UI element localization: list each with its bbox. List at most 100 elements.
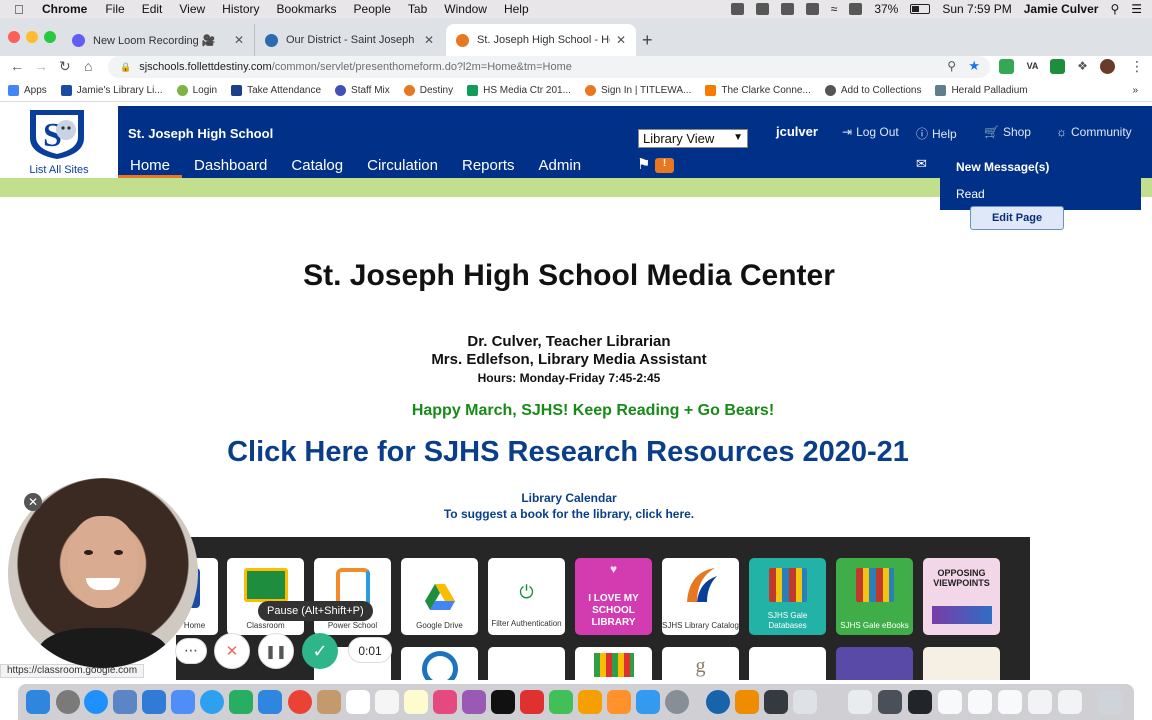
tile-library-catalog[interactable]: SJHS Library Catalog xyxy=(662,558,739,635)
reload-icon[interactable]: ↻ xyxy=(59,58,71,75)
forward-icon[interactable]: → xyxy=(34,58,48,74)
bookmark-staff-mix[interactable]: Staff Mix xyxy=(335,85,390,96)
keynote-icon[interactable] xyxy=(578,690,602,714)
menu-bookmarks[interactable]: Bookmarks xyxy=(277,2,337,16)
launchpad-icon[interactable] xyxy=(56,690,80,714)
menu-help[interactable]: Help xyxy=(504,2,529,16)
menu-tab[interactable]: Tab xyxy=(408,2,427,16)
reminders-icon[interactable] xyxy=(375,690,399,714)
edit-page-button[interactable]: Edit Page xyxy=(970,206,1064,230)
tab-sjhs-home[interactable]: St. Joseph High School - Hom ✕ xyxy=(446,24,636,56)
window-minimize-button[interactable] xyxy=(26,31,38,43)
tile-gale-databases[interactable]: SJHS Gale Databases xyxy=(749,558,826,635)
nav-dashboard[interactable]: Dashboard xyxy=(182,154,279,178)
tile-google-drive[interactable]: Google Drive xyxy=(401,558,478,635)
tile-britannica[interactable] xyxy=(749,647,826,680)
window-thumbnail-icon[interactable] xyxy=(878,690,902,714)
tile-row2-4[interactable] xyxy=(575,647,652,680)
extension-grammarly-icon[interactable] xyxy=(999,59,1014,74)
menu-people[interactable]: People xyxy=(354,2,391,16)
messages-icon[interactable] xyxy=(200,690,224,714)
bookmark-library-links[interactable]: Jamie's Library Li... xyxy=(60,85,163,96)
finder-icon[interactable] xyxy=(26,690,50,714)
battery-icon[interactable] xyxy=(910,4,931,14)
apple-tv-icon[interactable] xyxy=(491,690,515,714)
tab-close-icon[interactable]: ✕ xyxy=(424,33,434,47)
school-logo[interactable]: S List All Sites xyxy=(0,106,118,178)
lock-icon[interactable]: 🔒 xyxy=(120,62,131,73)
apple-icon[interactable]:  xyxy=(14,2,28,17)
menu-user[interactable]: Jamie Culver xyxy=(1024,2,1099,16)
flag-icon[interactable]: ⚑ xyxy=(637,155,650,173)
facetime-icon[interactable] xyxy=(229,690,253,714)
zoom-icon[interactable]: ⚲ xyxy=(947,59,956,73)
menu-history[interactable]: History xyxy=(222,2,259,16)
help-link[interactable]: ⓘ Help xyxy=(916,125,957,142)
window-thumbnail-icon[interactable] xyxy=(908,690,932,714)
nav-circulation[interactable]: Circulation xyxy=(355,154,450,178)
list-all-sites-link[interactable]: List All Sites xyxy=(0,164,118,176)
skype-icon[interactable] xyxy=(258,690,282,714)
bookmark-destiny[interactable]: Destiny xyxy=(403,85,453,96)
screen-record-icon[interactable] xyxy=(755,3,769,15)
chrome-menu-icon[interactable]: ⋮ xyxy=(1130,58,1144,75)
finish-recording-button[interactable]: ✓ xyxy=(302,633,338,669)
profile-avatar[interactable] xyxy=(1100,59,1115,74)
pages-icon[interactable] xyxy=(607,690,631,714)
window-thumbnail-icon[interactable] xyxy=(968,690,992,714)
safari-icon[interactable] xyxy=(84,690,108,714)
vlc-icon[interactable] xyxy=(735,690,759,714)
mail-icon[interactable]: ✉ xyxy=(916,156,927,172)
chrome-dock-icon[interactable] xyxy=(288,690,312,714)
bookmark-titlewave[interactable]: Sign In | TITLEWA... xyxy=(584,85,691,96)
new-messages-link[interactable]: New Message(s) xyxy=(956,160,1049,174)
wifi-icon[interactable]: ≈ xyxy=(831,2,838,16)
control-center-icon[interactable]: ☰ xyxy=(1131,2,1142,16)
window-close-button[interactable] xyxy=(8,31,20,43)
bookmark-clarke[interactable]: The Clarke Conne... xyxy=(705,85,811,96)
app-store-icon[interactable] xyxy=(636,690,660,714)
tile-opposing-viewpoints[interactable]: OPPOSING VIEWPOINTS xyxy=(923,558,1000,635)
close-camera-icon[interactable]: ✕ xyxy=(24,493,42,511)
tile-filter-authentication[interactable]: ⏻ Filter Authentication xyxy=(488,558,565,635)
tab-close-icon[interactable]: ✕ xyxy=(616,33,626,47)
home-icon[interactable]: ⌂ xyxy=(84,58,92,74)
window-thumbnail-icon[interactable] xyxy=(1058,690,1082,714)
nav-admin[interactable]: Admin xyxy=(527,154,594,178)
tile-gale-ebooks[interactable]: SJHS Gale eBooks xyxy=(836,558,913,635)
tile-gale-row2[interactable] xyxy=(923,647,1000,680)
display-icon[interactable] xyxy=(849,3,863,15)
menu-clock[interactable]: Sun 7:59 PM xyxy=(942,2,1011,16)
menu-window[interactable]: Window xyxy=(444,2,487,16)
system-preferences-icon[interactable] xyxy=(665,690,689,714)
shop-link[interactable]: 🛒 Shop xyxy=(984,125,1031,139)
view-select[interactable]: Library View ▼ xyxy=(638,129,748,148)
cancel-recording-button[interactable]: ✕ xyxy=(214,633,250,669)
window-thumbnail-icon[interactable] xyxy=(1028,690,1052,714)
music-icon[interactable] xyxy=(433,690,457,714)
document-icon[interactable] xyxy=(848,690,872,714)
menu-app-name[interactable]: Chrome xyxy=(42,2,87,16)
tile-goodreads[interactable]: g xyxy=(662,647,739,680)
bookmark-apps[interactable]: Apps xyxy=(8,85,47,96)
url-input[interactable]: 🔒 sjschools.follettdestiny.com/common/se… xyxy=(108,56,990,78)
research-resources-link[interactable]: Click Here for SJHS Research Resources 2… xyxy=(0,436,1136,469)
trash-icon[interactable] xyxy=(1098,690,1122,714)
tile-mel[interactable] xyxy=(836,647,913,680)
spotlight-icon[interactable]: ⚲ xyxy=(1110,2,1119,16)
extension-b-icon[interactable] xyxy=(1050,59,1065,74)
tile-classroom[interactable]: Classroom xyxy=(227,558,304,635)
window-thumbnail-icon[interactable] xyxy=(938,690,962,714)
tab-close-icon[interactable]: ✕ xyxy=(234,33,244,47)
bookmark-login[interactable]: Login xyxy=(176,85,217,96)
podcasts-icon[interactable] xyxy=(462,690,486,714)
library-calendar-link[interactable]: Library Calendar xyxy=(0,491,1138,505)
tab-our-district[interactable]: Our District - Saint Joseph Pub ✕ xyxy=(254,24,444,56)
bookmark-herald[interactable]: Herald Palladium xyxy=(935,85,1028,96)
back-icon[interactable]: ← xyxy=(10,58,24,74)
pause-recording-button[interactable]: ❚❚ xyxy=(258,633,294,669)
bookmark-attendance[interactable]: Take Attendance xyxy=(231,85,321,96)
new-tab-icon[interactable]: + xyxy=(642,30,653,51)
tile-love-library[interactable]: ♥ I LOVE MY SCHOOL LIBRARY xyxy=(575,558,652,635)
notes-app-icon[interactable] xyxy=(317,690,341,714)
